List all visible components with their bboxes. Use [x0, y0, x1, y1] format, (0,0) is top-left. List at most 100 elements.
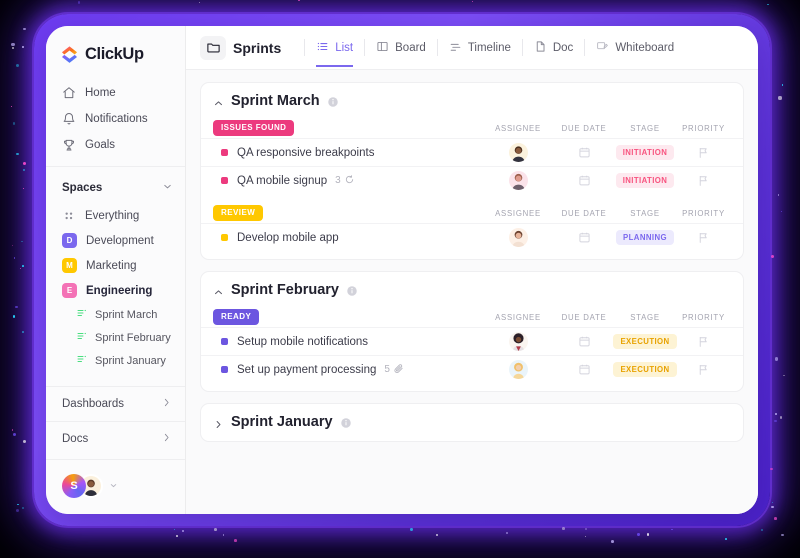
cell-due-date[interactable]	[554, 363, 614, 376]
task-group-sprint-january: Sprint January	[200, 403, 744, 442]
table-row[interactable]: Set up payment processing 5 EXECUTION	[201, 355, 743, 383]
sidebar-item-dashboards[interactable]: Dashboards	[46, 386, 185, 421]
sidebar-item-sprint-february[interactable]: Sprint February	[46, 326, 185, 349]
sidebar-item-docs[interactable]: Docs	[46, 421, 185, 456]
cell-due-date[interactable]	[554, 231, 614, 244]
sidebar-item-everything[interactable]: Everything	[46, 204, 185, 228]
app-window: ClickUp Home Notifications Goals Spaces …	[46, 26, 758, 514]
cell-due-date[interactable]	[554, 146, 614, 159]
cell-priority[interactable]	[676, 335, 731, 348]
sidebar-item-sprint-march[interactable]: Sprint March	[46, 303, 185, 326]
group-header[interactable]: Sprint January	[201, 404, 743, 441]
avatar[interactable]	[509, 228, 528, 247]
status-dot	[221, 338, 228, 345]
cell-assignee[interactable]	[482, 332, 554, 351]
row-cells: INITIATION	[482, 143, 731, 162]
divider	[364, 39, 365, 56]
task-name: Set up payment processing	[237, 364, 376, 376]
column-header-due-date: DUE DATE	[554, 313, 614, 322]
user-account-bar[interactable]: S	[46, 459, 185, 514]
avatar[interactable]	[509, 360, 528, 379]
cell-priority[interactable]	[676, 174, 731, 187]
status-section-review: REVIEW ASSIGNEE DUE DATE STAGE PRIORITY	[201, 203, 743, 223]
sidebar-item-home[interactable]: Home	[46, 80, 185, 106]
folder-icon[interactable]	[200, 36, 226, 60]
table-row[interactable]: QA responsive breakpoints INITIATION	[201, 138, 743, 166]
whiteboard-icon	[596, 40, 609, 56]
table-row[interactable]: Develop mobile app PLANNING	[201, 223, 743, 251]
sidebar-item-marketing[interactable]: M Marketing	[46, 253, 185, 278]
cell-stage[interactable]: EXECUTION	[614, 334, 676, 350]
board-icon	[376, 40, 389, 56]
cell-priority[interactable]	[676, 146, 731, 159]
status-badge[interactable]: REVIEW	[213, 205, 263, 221]
cell-stage[interactable]: PLANNING	[614, 230, 676, 246]
sidebar-item-sprint-january[interactable]: Sprint January	[46, 349, 185, 372]
sidebar-item-engineering[interactable]: E Engineering	[46, 278, 185, 303]
task-group-sprint-february: Sprint February READY ASSIGNEE DUE DATE …	[200, 271, 744, 392]
stage-label: INITIATION	[623, 148, 668, 157]
cell-assignee[interactable]	[482, 360, 554, 379]
chevron-up-icon[interactable]	[213, 285, 224, 296]
status-badge[interactable]: ISSUES FOUND	[213, 120, 294, 136]
sidebar-item-notifications[interactable]: Notifications	[46, 106, 185, 132]
tab-doc[interactable]: Doc	[534, 28, 573, 67]
column-header-assignee: ASSIGNEE	[482, 313, 554, 322]
stage-badge: INITIATION	[616, 145, 675, 161]
info-icon[interactable]	[340, 416, 352, 428]
task-name: Develop mobile app	[237, 232, 339, 244]
tab-label: Doc	[553, 42, 573, 54]
cell-stage[interactable]: INITIATION	[614, 145, 676, 161]
cell-assignee[interactable]	[482, 228, 554, 247]
column-header-assignee: ASSIGNEE	[482, 124, 554, 133]
cell-assignee[interactable]	[482, 171, 554, 190]
task-name: QA mobile signup	[237, 175, 327, 187]
space-initial: E	[67, 286, 72, 295]
status-dot	[221, 149, 228, 156]
list-view-icon	[76, 307, 88, 322]
brand-logo[interactable]: ClickUp	[46, 26, 185, 78]
group-header[interactable]: Sprint February	[201, 272, 743, 307]
chevron-down-icon[interactable]	[162, 179, 173, 197]
cell-priority[interactable]	[676, 363, 731, 376]
tab-board[interactable]: Board	[376, 28, 426, 67]
chevron-down-icon[interactable]	[109, 477, 118, 495]
cell-assignee[interactable]	[482, 143, 554, 162]
table-row[interactable]: Setup mobile notifications EXECUTION	[201, 327, 743, 355]
group-header[interactable]: Sprint March	[201, 83, 743, 118]
chevron-right-icon[interactable]	[213, 417, 224, 428]
avatar[interactable]	[509, 143, 528, 162]
cell-priority[interactable]	[676, 231, 731, 244]
info-icon[interactable]	[346, 284, 358, 296]
sidebar-item-goals[interactable]: Goals	[46, 132, 185, 158]
tab-list[interactable]: List	[316, 28, 353, 67]
sidebar: ClickUp Home Notifications Goals Spaces …	[46, 26, 186, 514]
status-badge[interactable]: READY	[213, 309, 259, 325]
cell-due-date[interactable]	[554, 174, 614, 187]
cell-stage[interactable]: EXECUTION	[614, 362, 676, 378]
avatar[interactable]	[509, 332, 528, 351]
chevron-up-icon[interactable]	[213, 96, 224, 107]
breadcrumb[interactable]: Sprints	[233, 40, 281, 56]
row-cells: INITIATION	[482, 171, 731, 190]
sidebar-item-label: Marketing	[86, 260, 137, 272]
tab-whiteboard[interactable]: Whiteboard	[596, 28, 674, 67]
table-row[interactable]: QA mobile signup 3 INITIATION	[201, 166, 743, 194]
stage-label: EXECUTION	[620, 337, 669, 346]
view-toolbar: Sprints List Board Timeline Doc Whiteboa…	[186, 26, 758, 70]
column-header-assignee: ASSIGNEE	[482, 209, 554, 218]
sidebar-item-label: Development	[86, 235, 154, 247]
sidebar-item-development[interactable]: D Development	[46, 228, 185, 253]
task-name: Setup mobile notifications	[237, 336, 368, 348]
column-headers: ASSIGNEE DUE DATE STAGE PRIORITY	[482, 313, 731, 322]
cell-due-date[interactable]	[554, 335, 614, 348]
row-cells: EXECUTION	[482, 332, 731, 351]
cell-stage[interactable]: INITIATION	[614, 173, 676, 189]
tab-timeline[interactable]: Timeline	[449, 28, 511, 67]
spaces-header[interactable]: Spaces	[46, 167, 185, 204]
home-icon	[62, 86, 76, 100]
info-icon[interactable]	[327, 95, 339, 107]
column-header-priority: PRIORITY	[676, 124, 731, 133]
avatar[interactable]	[509, 171, 528, 190]
workspace-avatar[interactable]: S	[62, 474, 86, 498]
